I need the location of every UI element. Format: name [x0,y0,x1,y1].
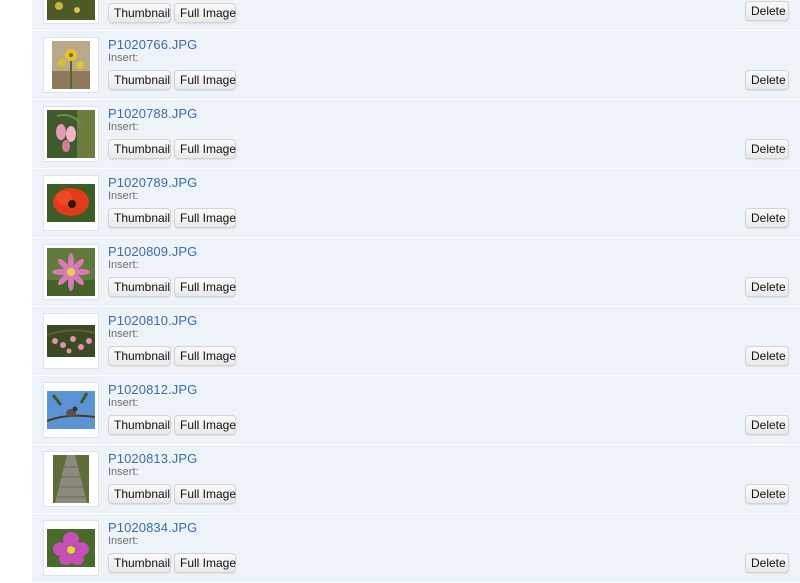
file-name[interactable]: P1020766.JPG [108,37,197,52]
file-name[interactable]: P1020812.JPG [108,382,197,397]
yellow-flowers-photo-icon[interactable] [43,0,99,24]
thumbnail-button[interactable]: Thumbnail [108,346,171,366]
insert-label: Insert: [108,190,139,202]
full-image-button[interactable]: Full Image [174,70,236,90]
insert-label: Insert: [108,52,139,64]
list-item: P1020813.JPG Insert: Thumbnail Full Imag… [32,445,800,514]
purple-flower-photo-icon[interactable] [43,520,99,576]
delete-button[interactable]: Delete [745,277,789,297]
full-image-button[interactable]: Full Image [174,139,236,159]
list-item: P1020810.JPG Insert: Thumbnail Full Imag… [32,307,800,376]
full-image-button[interactable]: Full Image [174,484,236,504]
red-poppy-photo-icon[interactable] [43,175,99,231]
pink-blossoms-photo-icon[interactable] [43,313,99,369]
delete-button[interactable]: Delete [745,484,789,504]
delete-button[interactable]: Delete [745,553,789,573]
file-name[interactable]: P1020813.JPG [108,451,197,466]
pink-bell-flowers-photo-icon[interactable] [43,106,99,162]
insert-label: Insert: [108,466,139,478]
insert-label: Insert: [108,328,139,340]
delete-button[interactable]: Delete [745,208,789,228]
bird-on-branch-photo-icon[interactable] [43,382,99,438]
file-name[interactable]: P1020834.JPG [108,520,197,535]
insert-label: Insert: [108,259,139,271]
full-image-button[interactable]: Full Image [174,415,236,435]
list-item: P1020766.JPG Insert: Thumbnail Full Imag… [32,31,800,100]
file-name[interactable]: P1020789.JPG [108,175,197,190]
pink-daisy-photo-icon[interactable] [43,244,99,300]
image-attachment-list: Thumbnail Full Image Delete P1020766.JPG… [32,0,800,583]
page-margin [0,0,32,578]
list-item: P1020788.JPG Insert: Thumbnail Full Imag… [32,100,800,169]
thumbnail-button[interactable]: Thumbnail [108,3,171,23]
file-name[interactable]: P1020809.JPG [108,244,197,259]
thumbnail-button[interactable]: Thumbnail [108,208,171,228]
thumbnail-button[interactable]: Thumbnail [108,415,171,435]
file-name[interactable]: P1020788.JPG [108,106,197,121]
thumbnail-button[interactable]: Thumbnail [108,553,171,573]
full-image-button[interactable]: Full Image [174,277,236,297]
full-image-button[interactable]: Full Image [174,346,236,366]
file-name[interactable]: P1020810.JPG [108,313,197,328]
thumbnail-button[interactable]: Thumbnail [108,277,171,297]
list-item: Thumbnail Full Image Delete [32,0,800,31]
list-item: P1020812.JPG Insert: Thumbnail Full Imag… [32,376,800,445]
thumbnail-button[interactable]: Thumbnail [108,70,171,90]
delete-button[interactable]: Delete [745,1,789,21]
insert-label: Insert: [108,397,139,409]
delete-button[interactable]: Delete [745,70,789,90]
list-item: P1020809.JPG Insert: Thumbnail Full Imag… [32,238,800,307]
full-image-button[interactable]: Full Image [174,553,236,573]
delete-button[interactable]: Delete [745,346,789,366]
insert-label: Insert: [108,121,139,133]
thumbnail-button[interactable]: Thumbnail [108,484,171,504]
yellow-flower-photo-icon[interactable] [43,37,99,93]
full-image-button[interactable]: Full Image [174,3,236,23]
list-item: P1020789.JPG Insert: Thumbnail Full Imag… [32,169,800,238]
list-item: P1020834.JPG Insert: Thumbnail Full Imag… [32,514,800,583]
full-image-button[interactable]: Full Image [174,208,236,228]
insert-label: Insert: [108,535,139,547]
thumbnail-button[interactable]: Thumbnail [108,139,171,159]
delete-button[interactable]: Delete [745,139,789,159]
delete-button[interactable]: Delete [745,415,789,435]
wooden-path-photo-icon[interactable] [43,451,99,507]
